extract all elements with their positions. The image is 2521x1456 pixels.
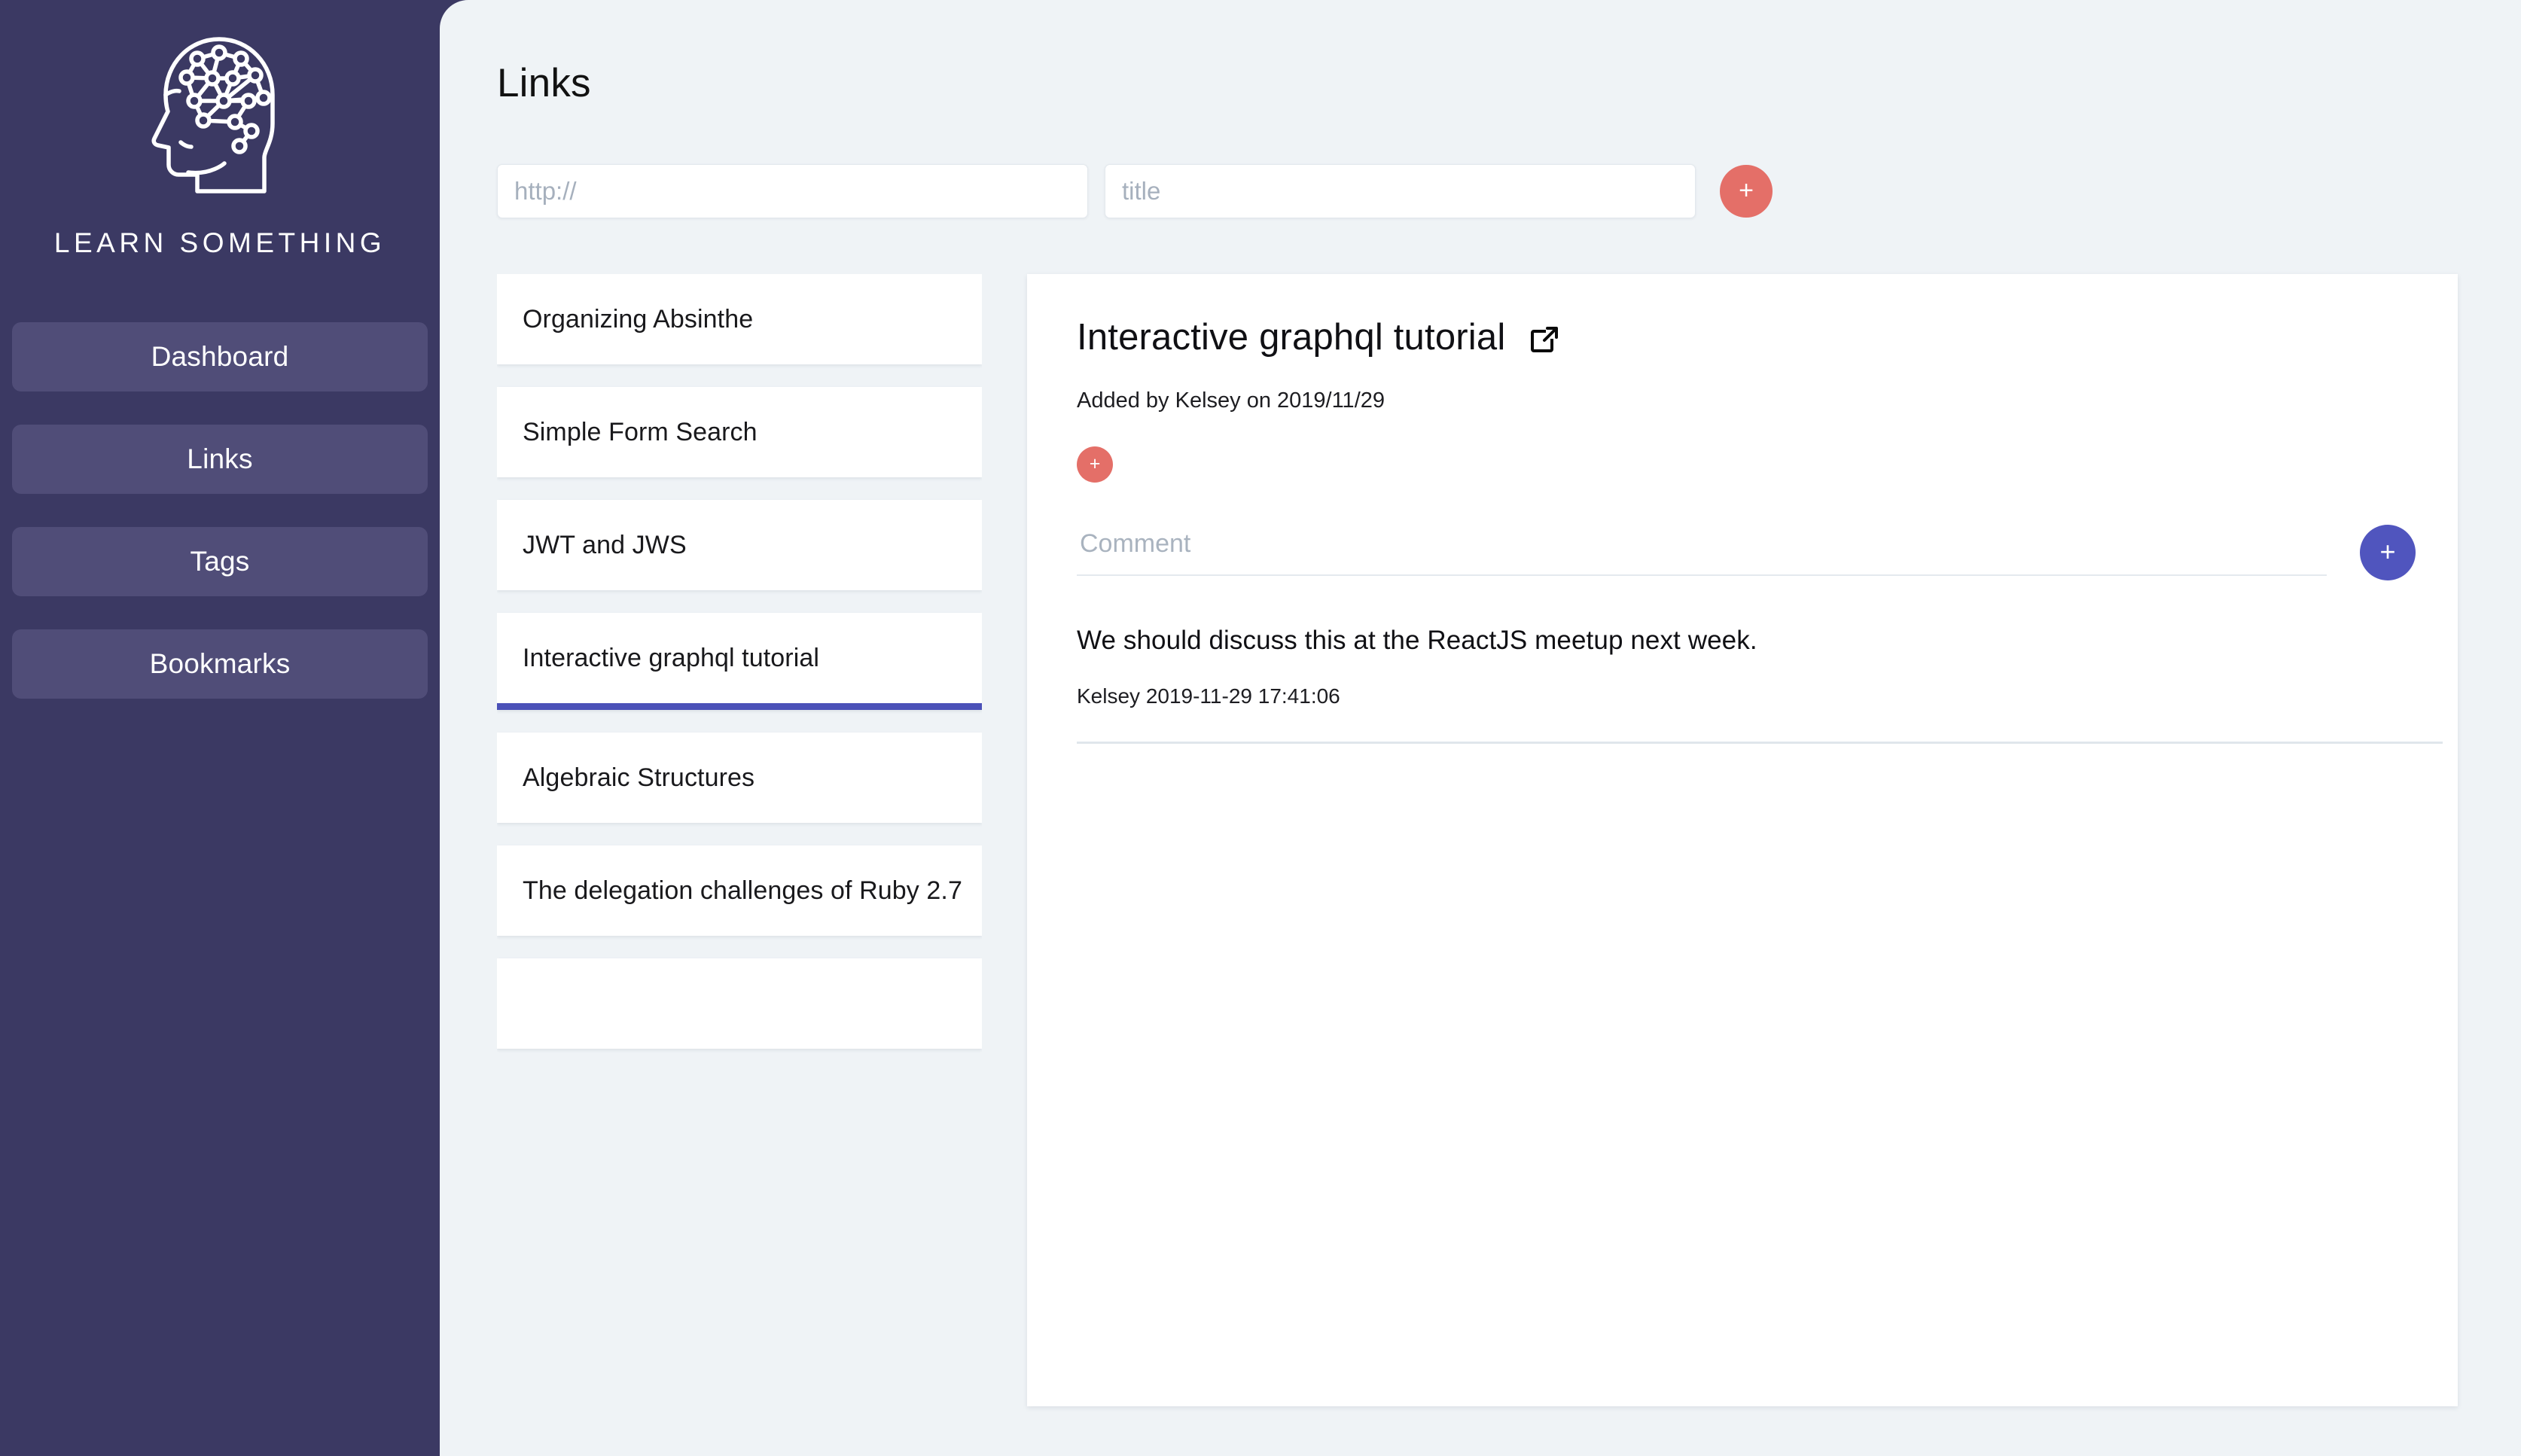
sidebar-item-dashboard[interactable]: Dashboard: [12, 322, 428, 391]
comment-list: We should discuss this at the ReactJS me…: [1077, 626, 2443, 744]
comment-input[interactable]: [1077, 522, 2327, 576]
list-item-selected[interactable]: Interactive graphql tutorial: [497, 613, 982, 710]
link-detail-panel: Interactive graphql tutorial Added by Ke…: [1027, 274, 2458, 1406]
divider: [1077, 742, 2443, 744]
sidebar-nav: Dashboard Links Tags Bookmarks: [0, 322, 440, 699]
brand-logo: LEARN SOMETHING: [0, 21, 440, 259]
external-link-icon[interactable]: [1529, 325, 1559, 355]
link-card-title: Interactive graphql tutorial: [523, 643, 820, 672]
sidebar-item-tags[interactable]: Tags: [12, 527, 428, 596]
list-item[interactable]: Simple Form Search: [497, 387, 982, 477]
head-brain-network-icon: [146, 26, 294, 196]
list-item[interactable]: The delegation challenges of Ruby 2.7: [497, 845, 982, 936]
add-link-form: +: [497, 164, 1773, 218]
link-card-title: The delegation challenges of Ruby 2.7: [523, 876, 962, 905]
plus-icon: +: [2379, 536, 2396, 567]
main-content: Links + Organizing Absinthe Simple Form …: [440, 0, 2521, 1456]
link-card-title: Algebraic Structures: [523, 763, 755, 792]
list-item[interactable]: Organizing Absinthe: [497, 274, 982, 364]
list-item[interactable]: JWT and JWS: [497, 500, 982, 590]
sidebar: LEARN SOMETHING Dashboard Links Tags Boo…: [0, 0, 440, 1456]
list-item[interactable]: Algebraic Structures: [497, 733, 982, 823]
plus-icon: +: [1089, 452, 1101, 474]
page-title: Links: [497, 61, 591, 105]
add-tag-button[interactable]: +: [1077, 446, 1113, 483]
detail-meta: Added by Kelsey on 2019/11/29: [1077, 388, 1385, 413]
comment-body: We should discuss this at the ReactJS me…: [1077, 626, 1757, 655]
detail-title: Interactive graphql tutorial: [1077, 317, 1506, 358]
add-link-button[interactable]: +: [1720, 165, 1773, 218]
link-list: Organizing Absinthe Simple Form Search J…: [497, 274, 982, 1456]
comment-item: We should discuss this at the ReactJS me…: [1077, 626, 2416, 708]
submit-comment-button[interactable]: +: [2360, 525, 2416, 580]
content-columns: Organizing Absinthe Simple Form Search J…: [440, 265, 2521, 1456]
brand-name: LEARN SOMETHING: [53, 227, 386, 258]
plus-icon: +: [1739, 176, 1754, 205]
detail-header: Interactive graphql tutorial: [1077, 316, 2416, 358]
link-card-title: Organizing Absinthe: [523, 304, 754, 334]
comment-form: +: [1077, 520, 2416, 580]
app-root: LEARN SOMETHING Dashboard Links Tags Boo…: [0, 0, 2521, 1456]
sidebar-item-links[interactable]: Links: [12, 425, 428, 494]
link-card-title: JWT and JWS: [523, 530, 687, 559]
sidebar-item-bookmarks[interactable]: Bookmarks: [12, 629, 428, 699]
link-card-title: Simple Form Search: [523, 417, 758, 446]
url-input[interactable]: [497, 164, 1088, 218]
title-input[interactable]: [1105, 164, 1696, 218]
list-item[interactable]: [497, 958, 982, 1049]
comment-byline: Kelsey 2019-11-29 17:41:06: [1077, 684, 1340, 708]
